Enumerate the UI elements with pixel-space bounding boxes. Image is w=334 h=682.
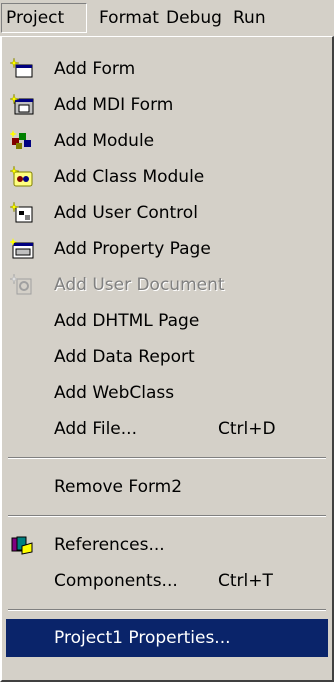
- menu-item-add-mdi-form[interactable]: Add MDI Form: [6, 87, 328, 123]
- add-user-control-icon: [10, 202, 33, 223]
- menu-item-add-property-page[interactable]: Add Property Page: [6, 231, 328, 267]
- add-mdi-form-icon: [10, 94, 34, 115]
- menu-item-add-user-document: Add User Document: [6, 267, 328, 303]
- add-user-document-icon: [10, 274, 32, 295]
- menu-item-add-webclass[interactable]: Add WebClass: [6, 375, 328, 411]
- menu-debug-label: Debug: [166, 8, 222, 28]
- project-menu-dropdown: Add Form Add MDI Form Add Module Add Cla…: [0, 36, 334, 682]
- menu-item-components[interactable]: Components... Ctrl+T: [6, 563, 328, 599]
- add-mdi-form-label: Add MDI Form: [54, 95, 174, 115]
- menu-item-add-user-control[interactable]: Add User Control: [6, 195, 328, 231]
- menu-item-add-dhtml-page[interactable]: Add DHTML Page: [6, 303, 328, 339]
- menu-run-label: Run: [233, 8, 266, 28]
- menu-item-add-form[interactable]: Add Form: [6, 51, 328, 87]
- add-webclass-label: Add WebClass: [54, 383, 175, 403]
- add-form-label: Add Form: [54, 59, 136, 79]
- menu-item-remove-form[interactable]: Remove Form2: [6, 469, 328, 505]
- menu-bar: Project Format Debug Run: [0, 0, 334, 36]
- menu-format[interactable]: Format: [99, 4, 159, 32]
- add-user-control-label: Add User Control: [54, 203, 198, 223]
- menu-run[interactable]: Run: [233, 4, 266, 32]
- add-form-icon: [10, 58, 33, 78]
- add-property-page-label: Add Property Page: [54, 239, 211, 259]
- add-file-shortcut: Ctrl+D: [218, 419, 276, 439]
- add-module-icon: [10, 130, 31, 149]
- add-class-module-label: Add Class Module: [54, 167, 205, 187]
- project-properties-label: Project1 Properties...: [54, 628, 231, 648]
- menu-item-add-module[interactable]: Add Module: [6, 123, 328, 159]
- menu-separator: [8, 515, 326, 517]
- menu-item-add-class-module[interactable]: Add Class Module: [6, 159, 328, 195]
- components-shortcut: Ctrl+T: [218, 571, 273, 591]
- add-property-page-icon: [10, 238, 34, 259]
- remove-form-label: Remove Form2: [54, 477, 183, 497]
- menu-project[interactable]: Project: [1, 3, 87, 33]
- references-icon: [11, 536, 33, 555]
- menu-debug[interactable]: Debug: [166, 4, 222, 32]
- menu-separator: [8, 457, 326, 459]
- references-label: References...: [54, 535, 165, 555]
- menu-item-references[interactable]: References...: [6, 527, 328, 563]
- add-user-document-label: Add User Document: [54, 275, 225, 295]
- menu-format-label: Format: [99, 8, 159, 28]
- add-data-report-label: Add Data Report: [54, 347, 195, 367]
- add-file-label: Add File...: [54, 419, 137, 439]
- add-class-module-icon: [10, 166, 33, 187]
- menu-item-add-file[interactable]: Add File... Ctrl+D: [6, 411, 328, 447]
- menu-project-label: Project: [6, 8, 65, 28]
- components-label: Components...: [54, 571, 178, 591]
- menu-separator: [8, 609, 326, 611]
- add-dhtml-page-label: Add DHTML Page: [54, 311, 200, 331]
- menu-item-add-data-report[interactable]: Add Data Report: [6, 339, 328, 375]
- menu-item-project-properties[interactable]: Project1 Properties...: [6, 619, 328, 657]
- add-module-label: Add Module: [54, 131, 155, 151]
